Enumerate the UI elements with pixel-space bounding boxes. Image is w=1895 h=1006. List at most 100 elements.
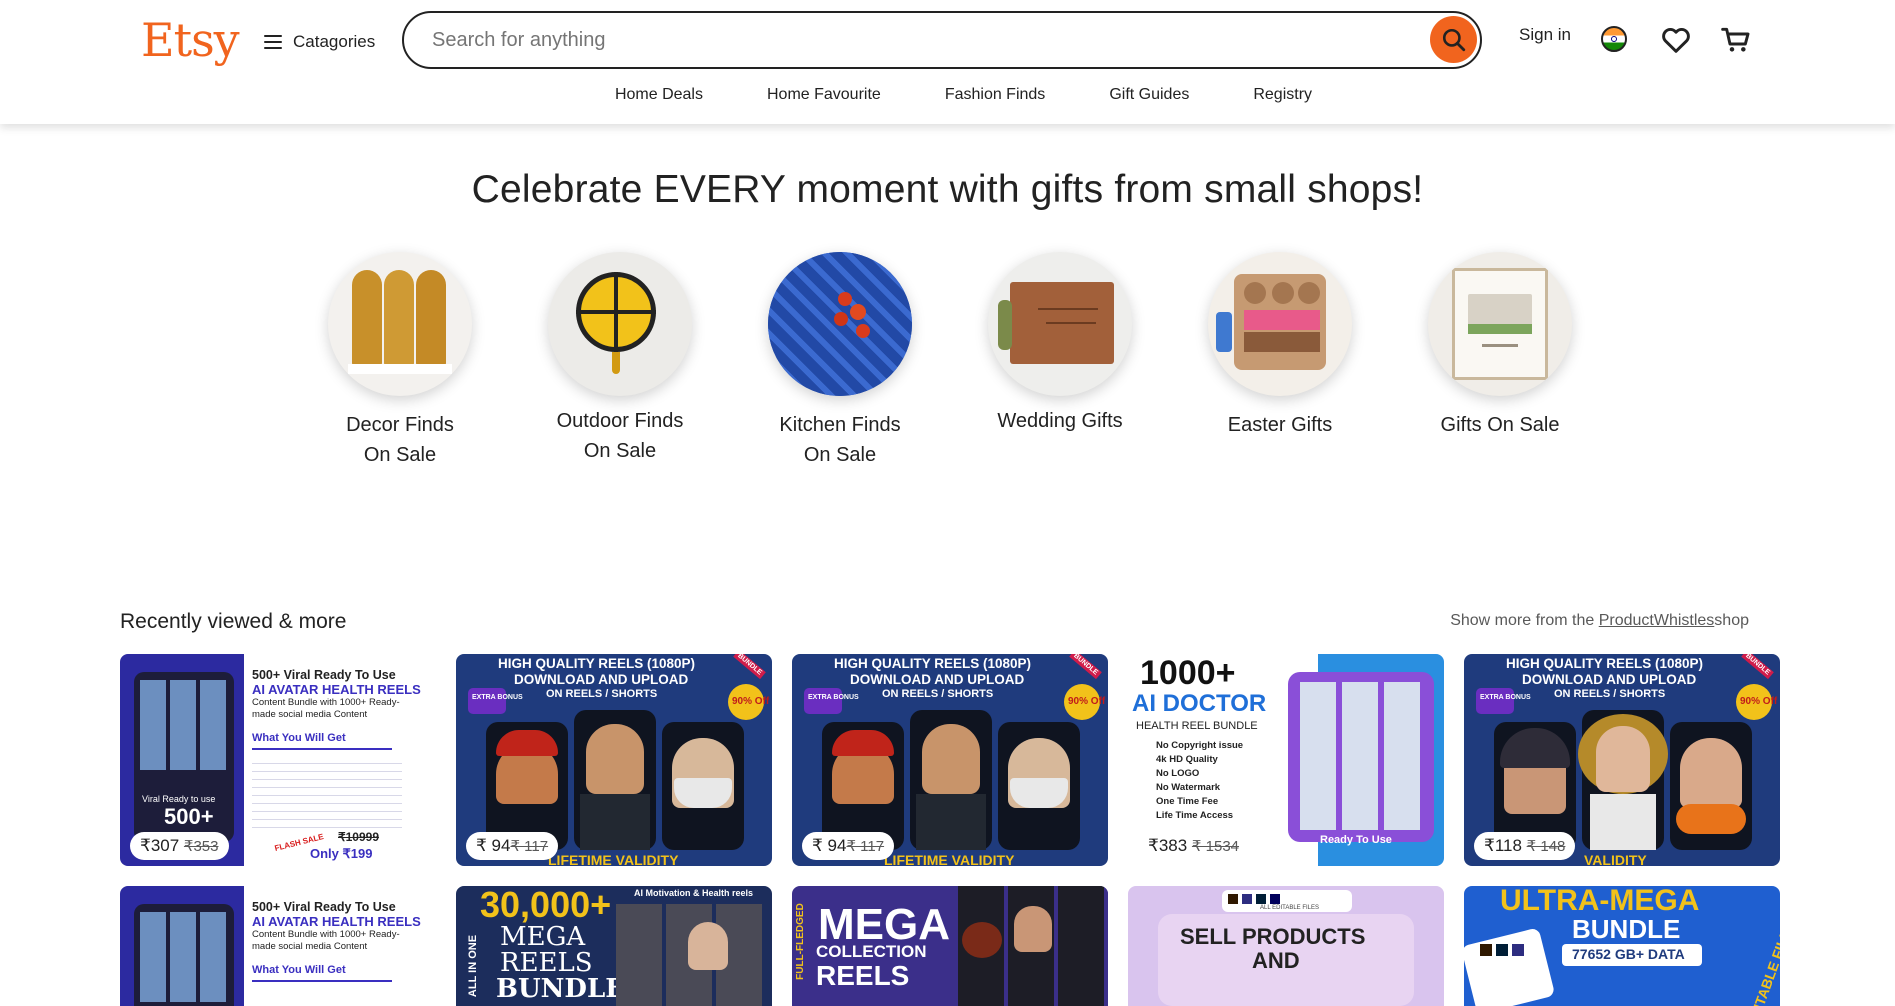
- category-label: Wedding Gifts: [997, 410, 1123, 432]
- card-text: ALL IN ONE: [467, 934, 480, 998]
- price-badge: ₹ 94₹ 117: [802, 832, 895, 860]
- card-text: 1000+: [1140, 654, 1236, 692]
- category-image: [1428, 252, 1572, 396]
- card-text: DOWNLOAD AND UPLOAD: [850, 672, 1025, 687]
- show-more-text: Show more from the ProductWhistlesshop: [1450, 612, 1749, 629]
- card-text: Only ₹199: [310, 846, 373, 861]
- card-text: EXTRA BONUS: [808, 694, 859, 701]
- category-gifts-on-sale[interactable]: Gifts On Sale: [1410, 252, 1590, 440]
- shop-link[interactable]: ProductWhistles: [1599, 612, 1715, 629]
- card-text: EDITABLE FILES: [1743, 918, 1780, 1006]
- recently-viewed-title: Recently viewed & more: [120, 610, 347, 633]
- category-image: [988, 252, 1132, 396]
- product-card[interactable]: ULTRA-MEGA BUNDLE 77652 GB+ DATA EDITABL…: [1464, 886, 1780, 1006]
- card-text: AND: [1252, 948, 1300, 973]
- card-text: ON REELS / SHORTS: [1554, 688, 1666, 700]
- card-text: 500+ Viral Ready To Use: [252, 900, 396, 914]
- top-nav: Home Deals Home Favourite Fashion Finds …: [0, 86, 1895, 104]
- sign-in-link[interactable]: Sign in: [1519, 25, 1571, 45]
- card-text: One Time Fee: [1156, 796, 1219, 807]
- card-text: REELS: [816, 960, 910, 991]
- nav-home-favourite[interactable]: Home Favourite: [767, 86, 881, 104]
- category-image: [768, 252, 912, 396]
- nav-registry[interactable]: Registry: [1253, 86, 1312, 104]
- heart-icon[interactable]: [1659, 24, 1693, 56]
- categories-menu-button[interactable]: Catagories: [264, 26, 375, 58]
- card-text: HIGH QUALITY REELS (1080P): [834, 656, 1032, 671]
- card-text: 90% Off: [1068, 696, 1106, 707]
- card-text: LIFETIME VALIDITY: [884, 852, 1015, 866]
- category-label: Outdoor Finds On Sale: [556, 410, 684, 462]
- card-text: EXTRA BONUS: [472, 694, 523, 701]
- category-decor-finds[interactable]: Decor Finds On Sale: [310, 252, 490, 470]
- card-text: COLLECTION: [816, 942, 927, 961]
- card-text: 500+: [164, 804, 214, 829]
- card-text: AI Motivation & Health reels: [634, 888, 754, 898]
- card-text: 90% Off: [732, 696, 770, 707]
- card-text: Ready To Use: [1320, 834, 1392, 846]
- category-outdoor-finds[interactable]: Outdoor Finds On Sale: [530, 252, 710, 466]
- card-text: HIGH QUALITY REELS (1080P): [498, 656, 696, 671]
- product-card[interactable]: Viral Ready to use 500+ 500+ Viral Ready…: [120, 654, 436, 866]
- card-text: 90% Off: [1740, 696, 1778, 707]
- card-text: ALL EDITABLE FILES: [1260, 905, 1320, 911]
- category-wedding-gifts[interactable]: Wedding Gifts: [970, 252, 1150, 436]
- price-badge: ₹307 ₹353: [130, 832, 229, 860]
- card-text: DOWNLOAD AND UPLOAD: [1522, 672, 1697, 687]
- product-card[interactable]: HIGH QUALITY REELS (1080P) DOWNLOAD AND …: [456, 654, 772, 866]
- card-text: What You Will Get: [252, 964, 346, 976]
- card-text: HIGH QUALITY REELS (1080P): [1506, 656, 1704, 671]
- card-text: BUNDLE: [733, 654, 766, 680]
- category-easter-gifts[interactable]: Easter Gifts: [1190, 252, 1370, 440]
- price-badge: ₹383 ₹ 1534: [1138, 832, 1250, 860]
- card-text: Life Time Access: [1156, 810, 1234, 821]
- cart-icon[interactable]: [1719, 24, 1753, 56]
- card-text: No LOGO: [1156, 768, 1200, 779]
- category-label: Gifts On Sale: [1440, 414, 1560, 436]
- category-label: Decor Finds On Sale: [346, 414, 454, 466]
- categories-label: Catagories: [293, 32, 376, 51]
- price-badge: ₹ 94₹ 117: [466, 832, 559, 860]
- card-text: AI DOCTOR: [1132, 690, 1267, 717]
- card-text: 77652 GB+ DATA: [1572, 946, 1685, 962]
- category-image: [328, 252, 472, 396]
- card-text: ON REELS / SHORTS: [546, 688, 658, 700]
- search-input[interactable]: [430, 13, 1394, 68]
- card-text: 30,000+: [480, 886, 612, 925]
- card-text: SELL PRODUCTS: [1180, 924, 1366, 949]
- product-card[interactable]: 30,000+ MEGA REELS BUNDLE ALL IN ONE AI …: [456, 886, 772, 1006]
- card-text: ₹10999: [338, 830, 380, 844]
- india-flag-icon[interactable]: [1601, 26, 1627, 52]
- card-text: 500+ Viral Ready To Use: [252, 668, 396, 682]
- card-text: Content Bundle with 1000+ Ready-: [252, 697, 400, 708]
- nav-home-deals[interactable]: Home Deals: [615, 86, 703, 104]
- category-image: [548, 252, 692, 396]
- category-label: Kitchen Finds On Sale: [779, 414, 901, 466]
- product-card[interactable]: HIGH QUALITY REELS (1080P) DOWNLOAD AND …: [1464, 654, 1780, 866]
- product-card[interactable]: 500+ Viral Ready To Use AI AVATAR HEALTH…: [120, 886, 436, 1006]
- site-header: Etsy Catagories Sign in Home Deals Home …: [0, 0, 1895, 124]
- card-text: What You Will Get: [252, 732, 346, 744]
- search-icon: [1442, 28, 1465, 51]
- search-bar: [402, 11, 1482, 69]
- product-card[interactable]: ALL EDITABLE FILES SELL PRODUCTS AND: [1128, 886, 1444, 1006]
- card-text: No Copyright issue: [1156, 740, 1244, 751]
- hero-title: Celebrate EVERY moment with gifts from s…: [471, 168, 1424, 211]
- category-kitchen-finds[interactable]: Kitchen Finds On Sale: [750, 252, 930, 470]
- card-text: BUNDLE: [1069, 654, 1102, 680]
- card-text: made social media Content: [252, 709, 368, 720]
- etsy-logo[interactable]: Etsy: [141, 12, 240, 68]
- product-card[interactable]: HIGH QUALITY REELS (1080P) DOWNLOAD AND …: [792, 654, 1108, 866]
- card-text: ON REELS / SHORTS: [882, 688, 994, 700]
- search-button[interactable]: [1430, 16, 1477, 63]
- card-text: LIFETIME VALIDITY: [548, 852, 679, 866]
- card-text: BUNDLE: [496, 974, 626, 1004]
- nav-fashion-finds[interactable]: Fashion Finds: [945, 86, 1046, 104]
- product-card[interactable]: MEGA COLLECTION REELS FULL-FLEDGED: [792, 886, 1108, 1006]
- nav-gift-guides[interactable]: Gift Guides: [1109, 86, 1189, 104]
- card-text: No Watermark: [1156, 782, 1221, 793]
- price-badge: ₹118 ₹ 148: [1474, 832, 1576, 860]
- card-text: BUNDLE: [1572, 914, 1681, 944]
- card-text: BUNDLE: [1741, 654, 1774, 680]
- product-card[interactable]: 1000+ AI DOCTOR HEALTH REEL BUNDLE No Co…: [1128, 654, 1444, 866]
